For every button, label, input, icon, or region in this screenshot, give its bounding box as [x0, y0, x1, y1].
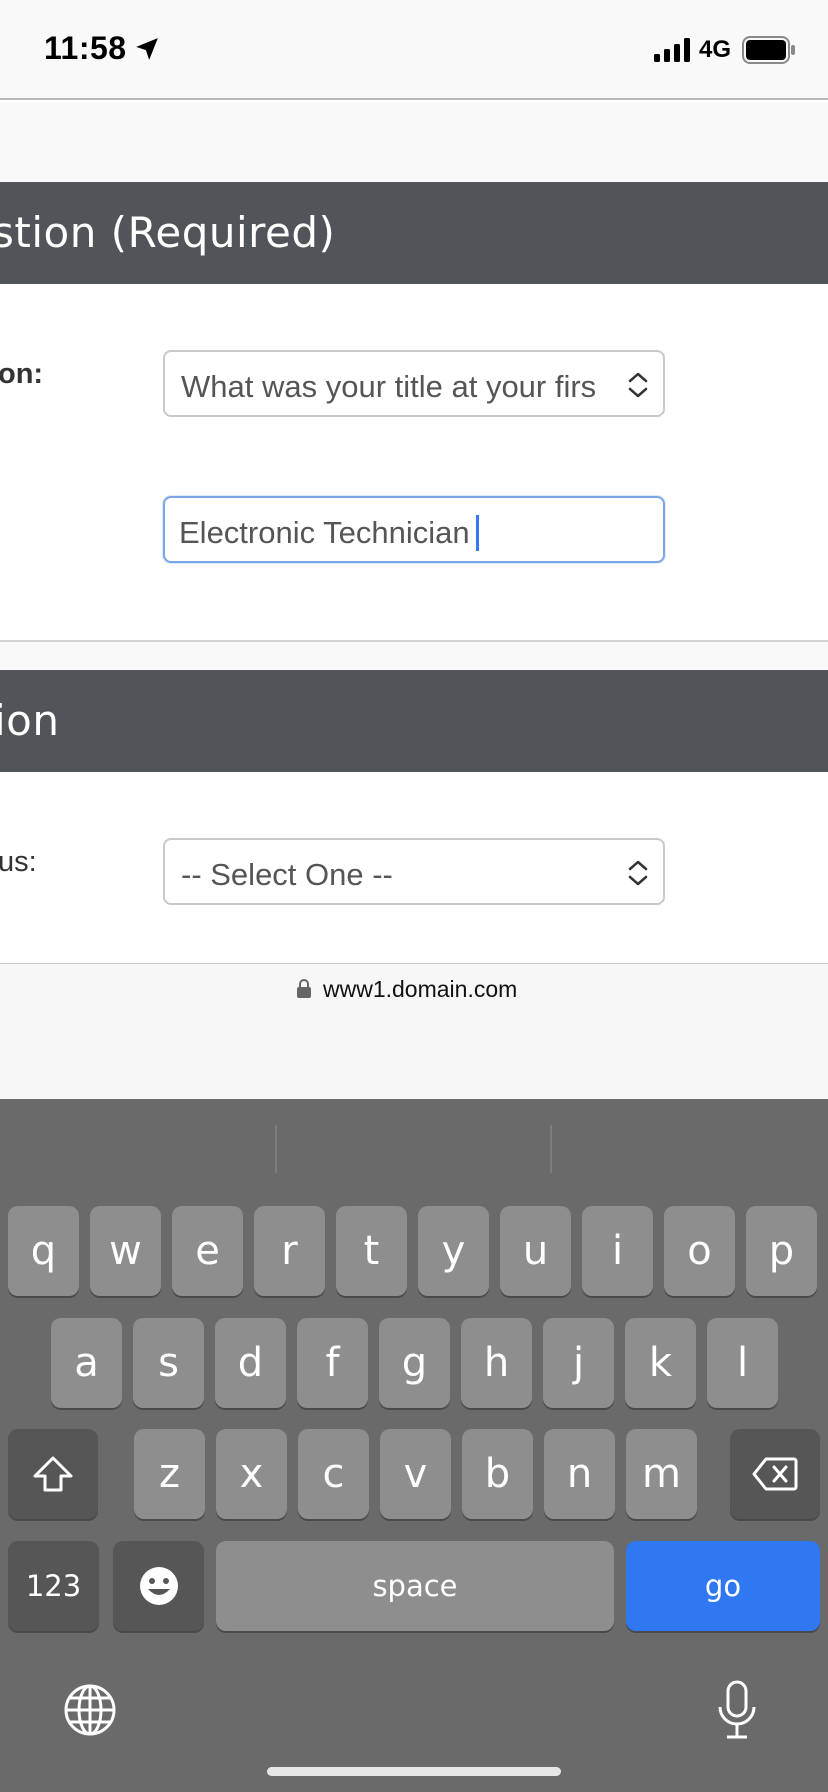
shift-arrow-icon: [33, 1456, 73, 1492]
key-w[interactable]: w: [90, 1206, 161, 1296]
url-text: www1.domain.com: [323, 976, 518, 1002]
key-j[interactable]: j: [543, 1318, 614, 1408]
key-p[interactable]: p: [746, 1206, 817, 1296]
key-g[interactable]: g: [379, 1318, 450, 1408]
status-label: us:: [0, 846, 37, 878]
security-question-select[interactable]: What was your title at your firs: [163, 350, 665, 417]
status-select[interactable]: -- Select One --: [163, 838, 665, 905]
go-key[interactable]: go: [626, 1541, 820, 1631]
microphone-icon[interactable]: [715, 1680, 759, 1740]
key-z[interactable]: z: [134, 1429, 205, 1519]
key-c[interactable]: c: [298, 1429, 369, 1519]
browser-url-bar[interactable]: www1.domain.com: [0, 963, 828, 1099]
key-f[interactable]: f: [297, 1318, 368, 1408]
section-title: stion (Required): [0, 208, 336, 257]
key-e[interactable]: e: [172, 1206, 243, 1296]
key-t[interactable]: t: [336, 1206, 407, 1296]
globe-icon[interactable]: [63, 1683, 117, 1737]
key-l[interactable]: l: [707, 1318, 778, 1408]
key-n[interactable]: n: [544, 1429, 615, 1519]
input-value: Electronic Technician: [179, 514, 479, 553]
lock-icon: [297, 979, 311, 998]
battery-icon: [742, 36, 795, 64]
key-a[interactable]: a: [51, 1318, 122, 1408]
chevron-up-down-icon: [628, 372, 648, 398]
key-y[interactable]: y: [418, 1206, 489, 1296]
shift-key[interactable]: [8, 1429, 98, 1519]
status-time: 11:58: [44, 30, 127, 66]
key-v[interactable]: v: [380, 1429, 451, 1519]
key-r[interactable]: r: [254, 1206, 325, 1296]
input-text: Electronic Technician: [179, 515, 470, 550]
key-h[interactable]: h: [461, 1318, 532, 1408]
section-body-status: us: -- Select One --: [0, 772, 828, 963]
status-bar: 11:58 4G: [0, 0, 828, 100]
key-q[interactable]: q: [8, 1206, 79, 1296]
suggestion-divider: [275, 1125, 277, 1173]
question-label: on:: [0, 358, 44, 390]
network-type: 4G: [699, 36, 732, 63]
section-body-security-question: on: What was your title at your firs Ele…: [0, 284, 828, 640]
select-value: What was your title at your firs: [181, 369, 597, 404]
section-title: ion: [0, 696, 60, 745]
space-key[interactable]: space: [216, 1541, 614, 1631]
key-d[interactable]: d: [215, 1318, 286, 1408]
text-cursor: [475, 514, 479, 551]
numbers-key[interactable]: 123: [8, 1541, 99, 1631]
key-b[interactable]: b: [462, 1429, 533, 1519]
signal-bars-icon: [654, 38, 690, 62]
key-o[interactable]: o: [664, 1206, 735, 1296]
key-i[interactable]: i: [582, 1206, 653, 1296]
backspace-key[interactable]: [730, 1429, 820, 1519]
key-x[interactable]: x: [216, 1429, 287, 1519]
select-value: -- Select One --: [181, 857, 393, 892]
security-answer-input[interactable]: Electronic Technician: [163, 496, 665, 563]
key-s[interactable]: s: [133, 1318, 204, 1408]
chevron-up-down-icon: [628, 860, 648, 886]
home-indicator: [267, 1767, 561, 1776]
emoji-key[interactable]: [113, 1541, 204, 1631]
delete-backspace-icon: [752, 1457, 798, 1491]
key-u[interactable]: u: [500, 1206, 571, 1296]
section-header-status: ion: [0, 670, 828, 772]
location-arrow-icon: [136, 38, 158, 60]
section-gap: [0, 642, 828, 670]
section-header-security-question: stion (Required): [0, 182, 828, 284]
emoji-face-icon: [139, 1567, 178, 1605]
key-k[interactable]: k: [625, 1318, 696, 1408]
page-top-gap: [0, 102, 828, 182]
suggestion-divider: [550, 1125, 552, 1173]
key-m[interactable]: m: [626, 1429, 697, 1519]
